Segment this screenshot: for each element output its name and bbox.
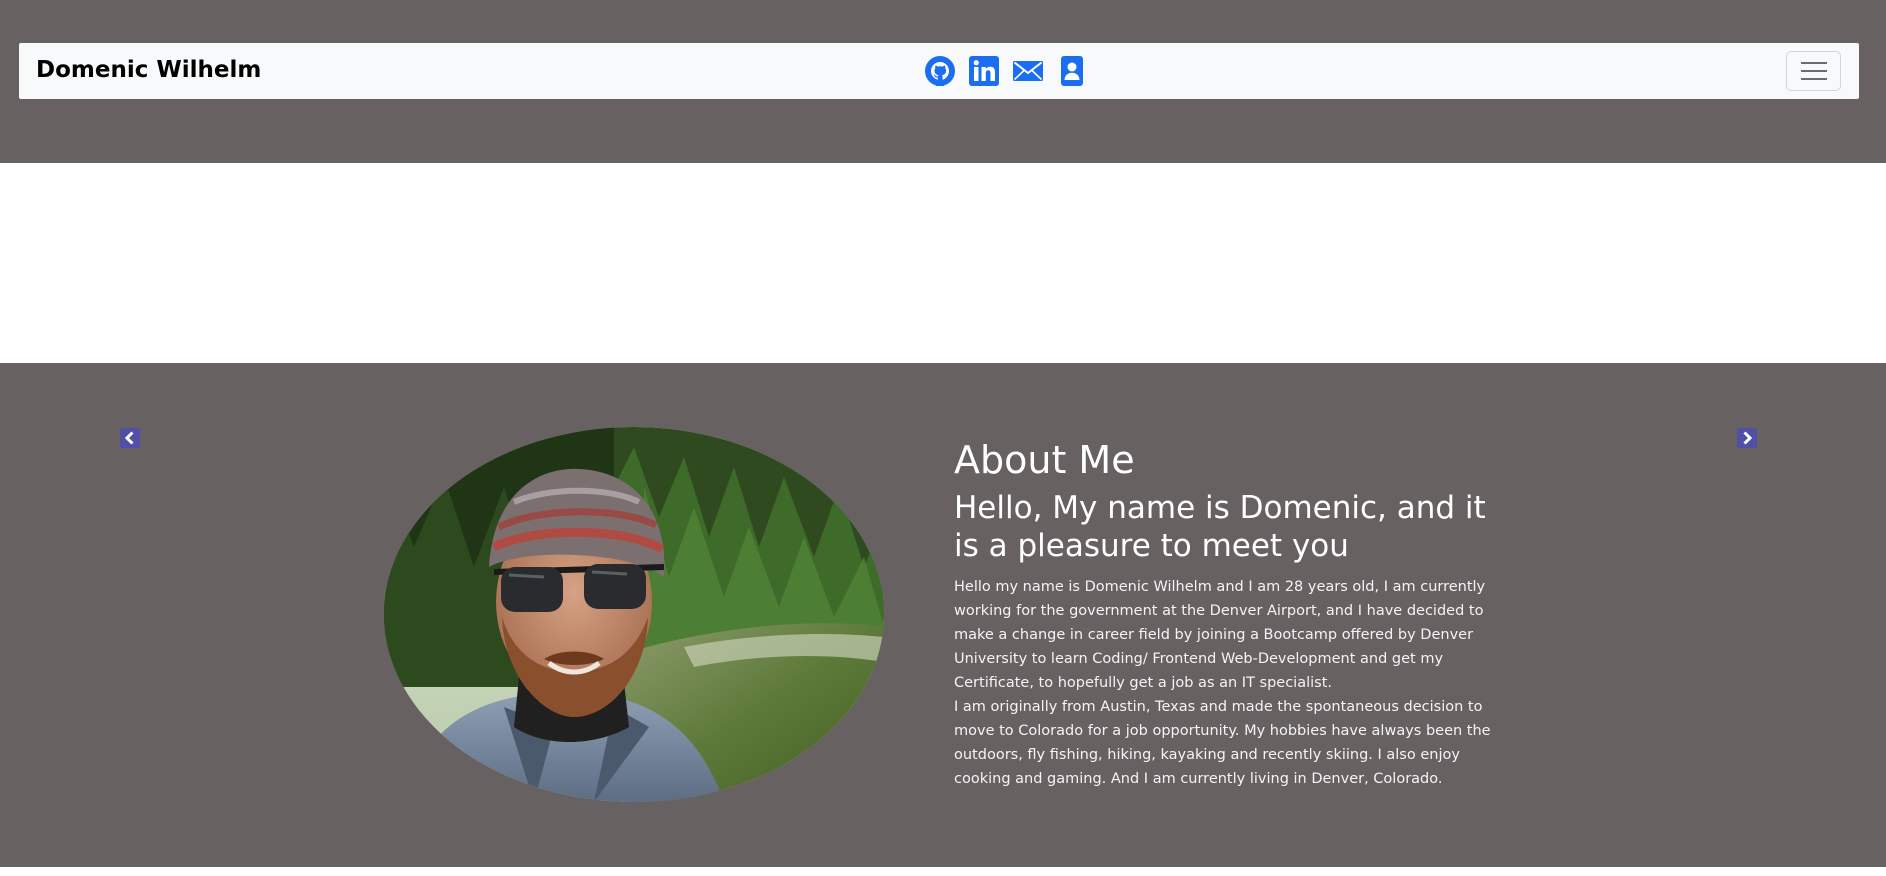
linkedin-icon (969, 56, 999, 86)
page-bottom-edge (0, 867, 1886, 876)
contact-link[interactable] (1056, 55, 1088, 87)
about-paragraph-2: I am originally from Austin, Texas and m… (954, 699, 1491, 787)
envelope-icon (1013, 61, 1043, 81)
carousel-next-button[interactable] (1737, 428, 1757, 448)
social-icons (924, 53, 1088, 89)
about-paragraph-1: Hello my name is Domenic Wilhelm and I a… (954, 579, 1486, 691)
about-carousel: About Me Hello, My name is Domenic, and … (0, 363, 1886, 867)
hamburger-icon (1800, 70, 1827, 72)
brand-link[interactable]: Domenic Wilhelm (36, 55, 261, 85)
about-text-block: About Me Hello, My name is Domenic, and … (954, 435, 1499, 791)
hamburger-icon (1800, 78, 1827, 80)
email-link[interactable] (1012, 55, 1044, 87)
about-title: About Me (954, 438, 1135, 482)
linkedin-link[interactable] (968, 55, 1000, 87)
header-band: Domenic Wilhelm (0, 0, 1886, 163)
profile-photo (384, 427, 884, 802)
about-subtitle: Hello, My name is Domenic, and it is a p… (954, 490, 1486, 564)
github-link[interactable] (924, 55, 956, 87)
chevron-right-icon (1743, 431, 1753, 445)
hamburger-icon (1800, 62, 1827, 64)
carousel-prev-button[interactable] (120, 428, 140, 448)
github-icon (925, 56, 955, 86)
navbar: Domenic Wilhelm (19, 43, 1859, 99)
navbar-toggle-button[interactable] (1786, 51, 1841, 91)
contact-card-icon (1061, 56, 1083, 86)
chevron-left-icon (124, 431, 134, 445)
banner-area (0, 163, 1886, 363)
